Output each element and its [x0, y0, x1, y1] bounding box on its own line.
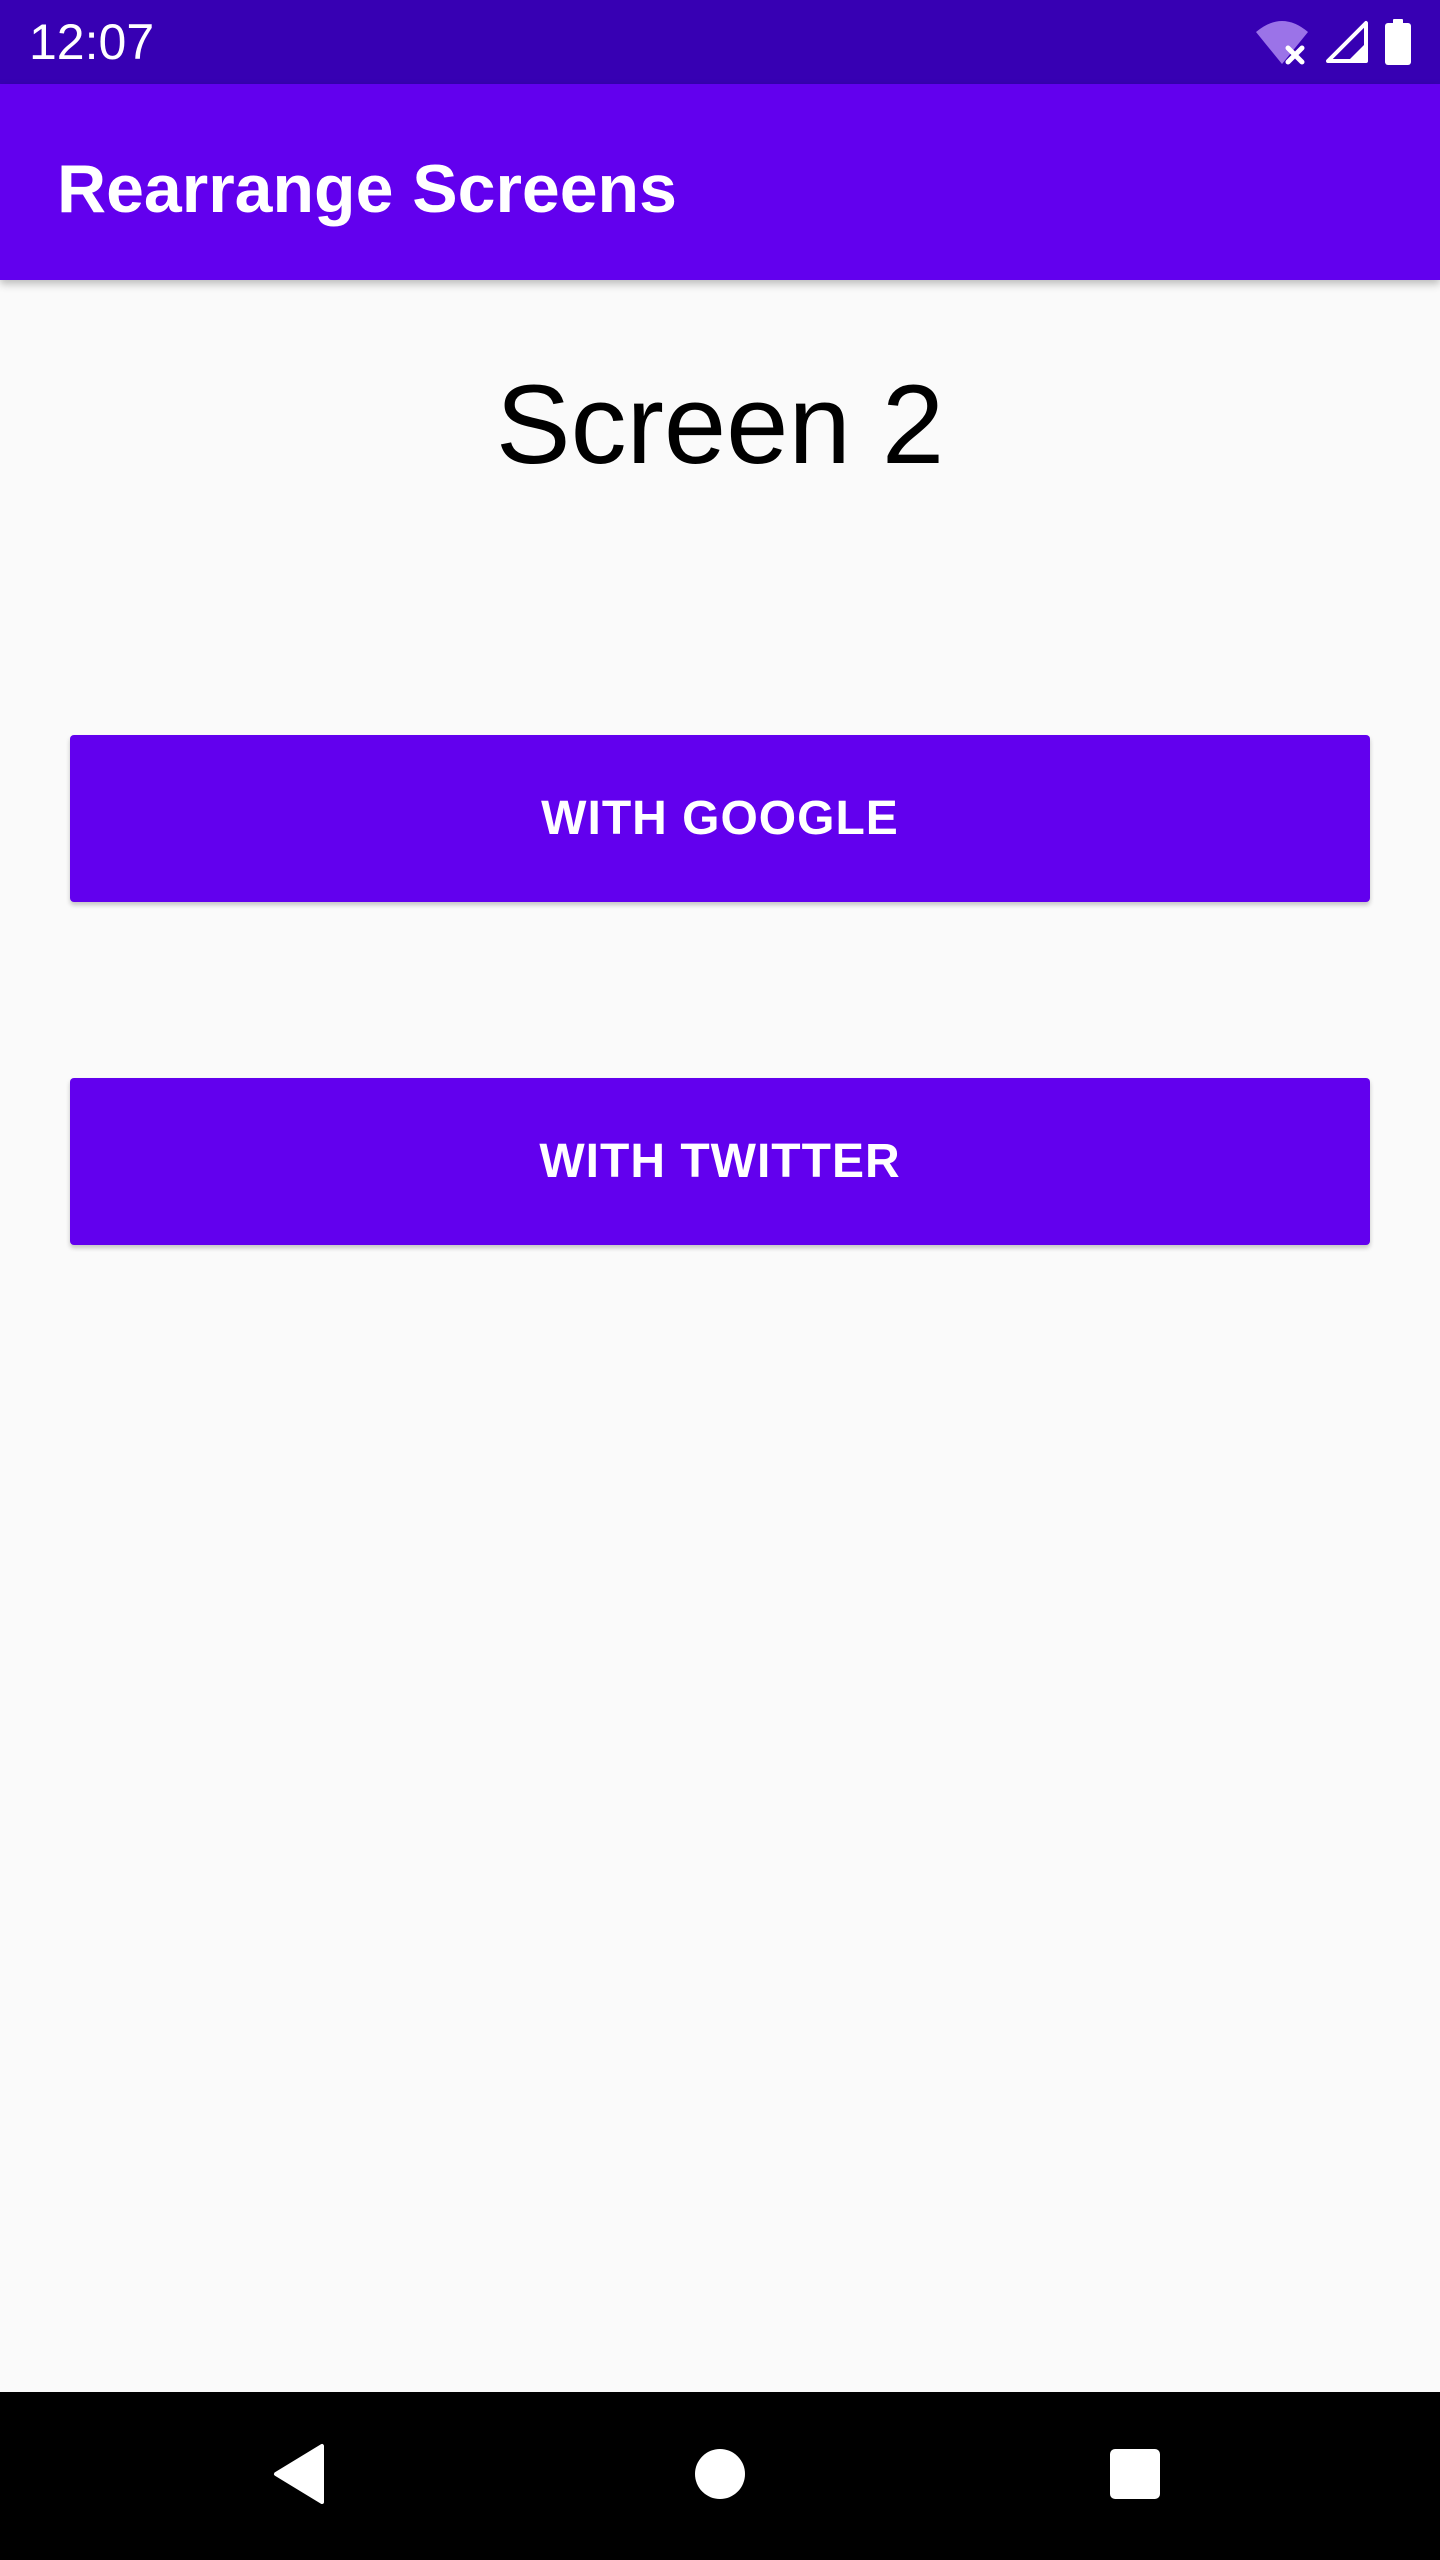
with-twitter-button[interactable]: WITH TWITTER	[70, 1078, 1370, 1245]
status-bar: 12:07	[0, 0, 1440, 84]
cellular-signal-icon	[1324, 19, 1370, 65]
wifi-no-internet-icon	[1254, 18, 1310, 66]
app-screen: 12:07 Rearrange Screens Screen 2 WITH GO…	[0, 0, 1440, 2560]
recents-icon	[1109, 2448, 1161, 2505]
with-google-button[interactable]: WITH GOOGLE	[70, 735, 1370, 902]
status-icons	[1254, 18, 1412, 66]
back-button[interactable]	[256, 2432, 344, 2520]
status-time: 12:07	[29, 14, 155, 70]
app-title: Rearrange Screens	[57, 151, 677, 227]
home-button[interactable]	[676, 2432, 764, 2520]
page-title: Screen 2	[495, 362, 945, 487]
recents-button[interactable]	[1091, 2432, 1179, 2520]
app-bar: Rearrange Screens	[0, 84, 1440, 280]
home-icon	[694, 2448, 746, 2505]
navigation-bar	[0, 2392, 1440, 2560]
battery-full-icon	[1384, 19, 1412, 65]
back-icon	[270, 2442, 330, 2511]
